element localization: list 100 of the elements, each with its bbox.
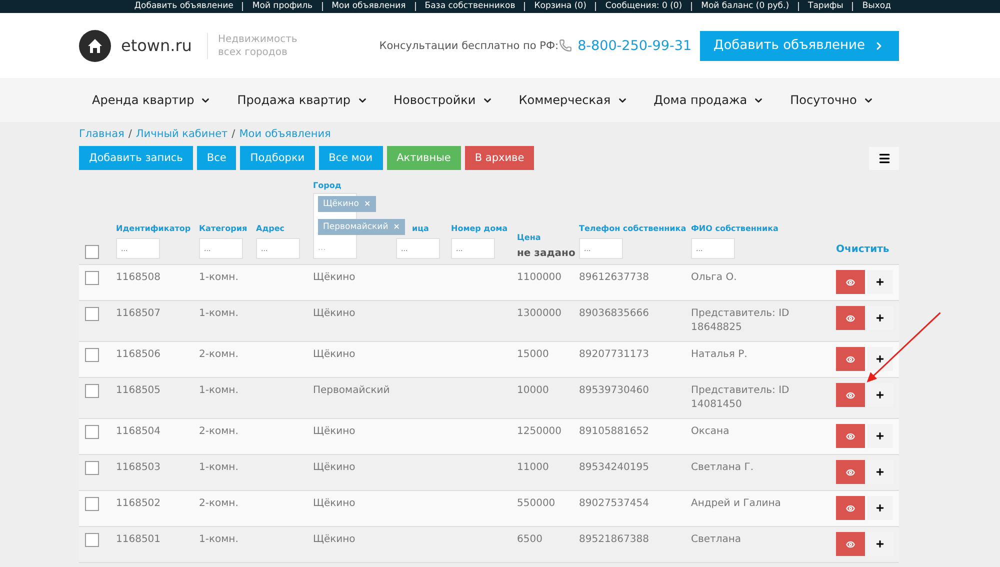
filter-input[interactable]: ... xyxy=(199,238,243,259)
row-checkbox[interactable] xyxy=(85,348,99,362)
column-header: Идентификатор xyxy=(116,223,191,235)
filter-input[interactable]: ... xyxy=(116,238,160,259)
table-cell-text: 10000 xyxy=(517,384,550,398)
menu-icon xyxy=(878,152,890,164)
table-cell-text: Щёкино xyxy=(313,425,356,439)
table-cell-text: 1300000 xyxy=(517,307,563,321)
table-cell-text: 89534240195 xyxy=(579,461,650,475)
filter-input[interactable]: ... xyxy=(256,238,300,259)
table-cell-text: Представитель: ID 14081450 xyxy=(691,384,790,412)
view-button[interactable] xyxy=(836,383,865,407)
row-checkbox[interactable] xyxy=(85,533,99,547)
filter-button[interactable]: В архиве xyxy=(464,146,534,170)
eye-icon xyxy=(846,354,855,364)
view-button[interactable] xyxy=(836,496,865,520)
table-cell-text: 1168506 xyxy=(116,348,162,362)
select-all-checkbox[interactable] xyxy=(85,245,99,259)
table-cell-text: 6500 xyxy=(517,533,544,547)
top-link[interactable]: Мои объявления xyxy=(322,2,415,11)
view-button[interactable] xyxy=(836,460,865,484)
top-link[interactable]: Мой баланс (0 руб.) xyxy=(691,2,798,11)
table-cell-text: 1-комн. xyxy=(199,461,240,475)
table-cell-text: 1250000 xyxy=(517,425,563,439)
row-checkbox[interactable] xyxy=(85,307,99,321)
top-link[interactable]: Добавить объявление xyxy=(125,2,242,11)
nav-item[interactable]: Дома продажа xyxy=(654,93,764,107)
table-cell-text: 1168501 xyxy=(116,533,162,547)
view-button[interactable] xyxy=(836,270,865,294)
plus-icon xyxy=(875,431,885,441)
table-cell-text: 89539730460 xyxy=(579,384,650,398)
table-cell-text: 89207731173 xyxy=(579,348,650,362)
table-cell-text: Щёкино xyxy=(313,348,356,362)
filter-input[interactable]: ... xyxy=(451,238,495,259)
table-cell-text: Светлана xyxy=(691,533,742,547)
column-header: ица xyxy=(412,223,429,235)
nav-item[interactable]: Продажа квартир xyxy=(237,93,368,107)
view-button[interactable] xyxy=(836,532,865,556)
phone-icon xyxy=(558,39,572,52)
price-filter-value[interactable]: не задано xyxy=(517,245,579,262)
table-cell-text: Щёкино xyxy=(313,497,356,511)
site-name[interactable]: etown.ru xyxy=(121,36,192,55)
plus-icon xyxy=(875,277,885,287)
column-header: Цена xyxy=(517,232,541,244)
view-button[interactable] xyxy=(836,424,865,448)
table-cell-text: 15000 xyxy=(517,348,550,362)
table-cell-text: 2-комн. xyxy=(199,348,240,362)
row-checkbox[interactable] xyxy=(85,497,99,511)
table-cell-text: 550000 xyxy=(517,497,556,511)
table-cell-text: Наталья Р. xyxy=(691,348,748,362)
breadcrumb-separator: / xyxy=(232,128,236,140)
table-cell-text: 1-комн. xyxy=(199,384,240,398)
plus-icon xyxy=(875,390,885,400)
column-header: Категория xyxy=(199,223,248,235)
house-logo-icon[interactable] xyxy=(79,30,111,62)
table-cell-text: 1100000 xyxy=(517,271,563,285)
table-cell-text: Щёкино xyxy=(313,307,356,321)
row-checkbox[interactable] xyxy=(85,271,99,285)
table-cell-text: 1168504 xyxy=(116,425,162,439)
plus-icon xyxy=(875,539,885,549)
plus-icon xyxy=(875,313,885,323)
top-link[interactable]: Корзина (0) xyxy=(524,2,596,11)
top-link[interactable]: Выход xyxy=(852,2,900,11)
add-button[interactable] xyxy=(867,496,893,520)
top-link[interactable]: База собственников xyxy=(414,2,524,11)
nav-item[interactable]: Посуточно xyxy=(790,93,874,107)
add-button[interactable] xyxy=(867,424,893,448)
row-checkbox[interactable] xyxy=(85,425,99,439)
column-header: Номер дома xyxy=(451,223,508,235)
filter-input[interactable]: ... xyxy=(579,238,623,259)
add-button[interactable] xyxy=(867,347,893,371)
row-checkbox[interactable] xyxy=(85,384,99,398)
eye-icon xyxy=(846,432,855,440)
view-button[interactable] xyxy=(836,347,865,371)
table-cell-text: Щёкино xyxy=(313,461,356,475)
table-cell-text: 1168502 xyxy=(116,497,162,511)
add-button[interactable] xyxy=(867,270,893,294)
plus-icon xyxy=(875,503,885,513)
menu-button[interactable] xyxy=(869,146,899,170)
table-cell-text: 1168505 xyxy=(116,384,162,398)
top-link[interactable]: Сообщения: 0 (0) xyxy=(595,2,692,11)
top-link[interactable]: Мой профиль xyxy=(242,2,322,11)
row-checkbox[interactable] xyxy=(85,461,99,475)
table-cell-text: Ольга О. xyxy=(691,271,738,285)
top-link[interactable]: Тарифы xyxy=(798,2,852,11)
table-cell-text: 11000 xyxy=(517,461,550,475)
nav-item[interactable]: Коммерческая xyxy=(518,93,628,107)
eye-icon xyxy=(846,314,855,322)
table-cell-text: 89027537454 xyxy=(579,497,650,511)
table-cell-text: 89105881652 xyxy=(579,425,650,439)
column-header: Город xyxy=(313,180,342,192)
tagline: Недвижимость всех городов xyxy=(206,32,317,58)
nav-item[interactable]: Новостройки xyxy=(394,93,493,107)
eye-icon xyxy=(846,540,855,548)
table-cell-text: 2-комн. xyxy=(199,425,240,439)
filter-input[interactable]: ... xyxy=(691,238,735,259)
table-cell-text: Первомайский xyxy=(313,384,391,398)
view-button[interactable] xyxy=(836,306,865,330)
nav-item[interactable]: Аренда квартир xyxy=(92,93,212,107)
filter-input[interactable]: ... xyxy=(396,238,440,259)
